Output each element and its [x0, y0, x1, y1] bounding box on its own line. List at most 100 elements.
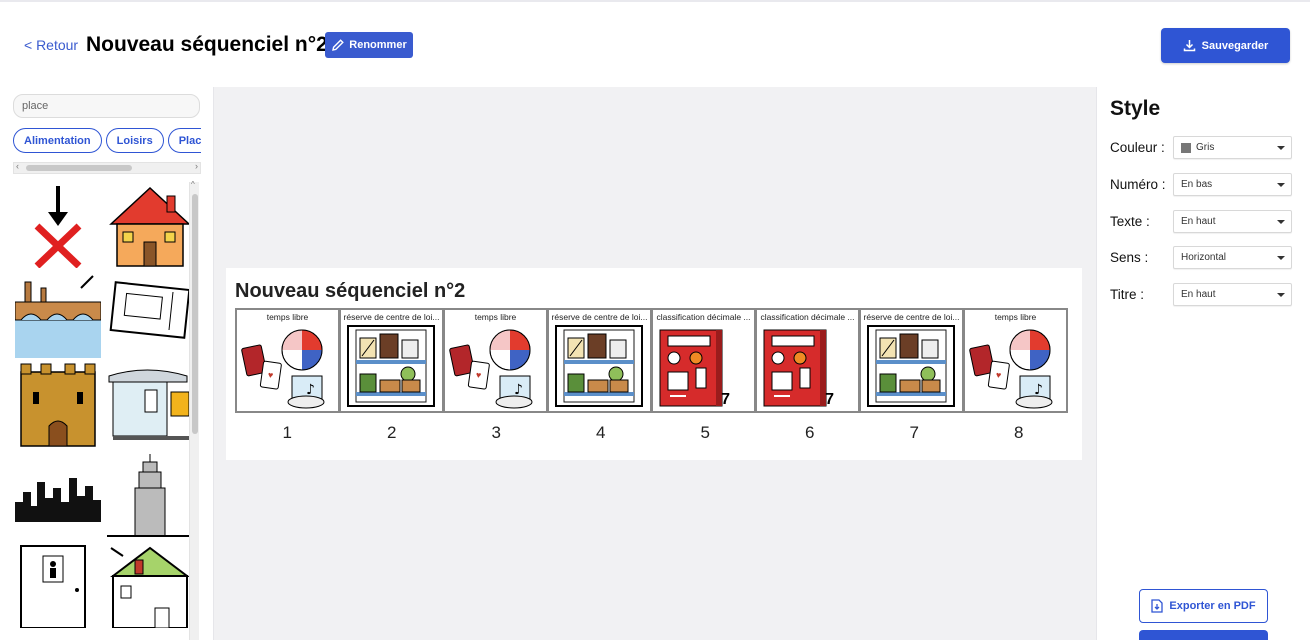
library-scrollbar[interactable]: ^ [189, 180, 199, 640]
chevron-down-icon [1277, 256, 1285, 260]
rename-button[interactable]: Renommer [325, 32, 413, 58]
sequence-cell[interactable]: temps libre ♥ ♪ [443, 308, 548, 413]
sequence-cells: temps libre ♥ ♪ réserve de centre de loi… [235, 308, 1068, 413]
chip-loisirs[interactable]: Loisirs [105, 128, 164, 153]
title-select[interactable]: En haut [1173, 283, 1292, 306]
select-value: Gris [1196, 142, 1215, 153]
scroll-right-icon[interactable]: › [195, 161, 198, 171]
cell-label: temps libre [994, 312, 1037, 322]
style-row-color: Couleur : Gris [1110, 136, 1295, 160]
export-label: Exporter en PDF [1169, 600, 1256, 612]
shelf-pictogram [347, 325, 435, 407]
scrollbar-thumb[interactable] [26, 165, 132, 171]
search-input[interactable] [13, 94, 200, 118]
pictogram-door[interactable] [15, 542, 101, 628]
cell-label: classification décimale ... [760, 312, 855, 322]
pictogram-house-attic[interactable] [107, 542, 189, 628]
sequence-cell[interactable]: temps libre ♥ ♪ [963, 308, 1068, 413]
style-row-text: Texte : En haut [1110, 210, 1295, 234]
back-link[interactable]: < Retour [24, 37, 78, 53]
text-select[interactable]: En haut [1173, 210, 1292, 233]
cell-number: 7 [909, 423, 919, 442]
style-row-number: Numéro : En bas [1110, 173, 1295, 197]
style-label: Numéro : [1110, 177, 1166, 192]
pictogram-city-skyline[interactable] [15, 452, 101, 538]
pictogram-down-arrow-x[interactable] [15, 182, 101, 268]
rename-label: Renommer [349, 39, 407, 51]
svg-text:♪: ♪ [306, 382, 315, 398]
sequence-cell[interactable]: classification décimale ... 7 [651, 308, 756, 413]
direction-select[interactable]: Horizontal [1173, 246, 1292, 269]
style-label: Sens : [1110, 250, 1149, 265]
chevron-down-icon [1277, 293, 1285, 297]
cell-label: classification décimale ... [656, 312, 751, 322]
pictogram-grid [13, 180, 189, 640]
leisure-pictogram: ♥ ♪ [241, 329, 325, 409]
save-label: Sauvegarder [1201, 39, 1269, 52]
color-swatch [1181, 142, 1191, 153]
style-label: Couleur : [1110, 140, 1165, 155]
cell-number: 2 [387, 423, 397, 442]
svg-text:♪: ♪ [1034, 382, 1043, 398]
svg-text:♪: ♪ [514, 382, 523, 398]
cell-badge: 7 [825, 391, 834, 408]
shelf-pictogram [555, 325, 643, 407]
leisure-pictogram: ♥ ♪ [449, 329, 533, 409]
style-row-direction: Sens : Horizontal [1110, 246, 1295, 270]
sequence-sheet: Nouveau séquenciel n°2 temps libre ♥ ♪ r… [226, 268, 1082, 460]
cell-number: 1 [282, 423, 292, 442]
pictogram-castle[interactable] [15, 362, 101, 448]
select-value: En haut [1181, 289, 1216, 300]
cell-number: 3 [491, 423, 501, 442]
cell-label: temps libre [474, 312, 517, 322]
cell-label: temps libre [266, 312, 309, 322]
color-select[interactable]: Gris [1173, 136, 1292, 159]
page-title: Nouveau séquenciel n°2 [86, 33, 328, 56]
header: < Retour Nouveau séquenciel n°2 Renommer… [0, 0, 1310, 86]
select-value: En bas [1181, 179, 1213, 190]
download-icon [1183, 40, 1195, 52]
sequence-cell[interactable]: temps libre ♥ ♪ [235, 308, 340, 413]
cell-number: 5 [700, 423, 710, 442]
cell-number: 6 [805, 423, 815, 442]
pictogram-bridge[interactable] [15, 272, 101, 358]
save-button[interactable]: Sauvegarder [1161, 28, 1290, 63]
sequence-cell[interactable]: réserve de centre de loi... [859, 308, 964, 413]
pencil-icon [332, 39, 345, 51]
number-select[interactable]: En bas [1173, 173, 1292, 196]
style-heading: Style [1110, 97, 1161, 120]
cell-number: 8 [1014, 423, 1024, 442]
style-label: Texte : [1110, 214, 1150, 229]
scroll-left-icon[interactable]: ‹ [16, 161, 19, 171]
leisure-pictogram: ♥ ♪ [969, 329, 1053, 409]
chip-place[interactable]: Place [167, 128, 201, 153]
cell-label: réserve de centre de loi... [343, 312, 440, 322]
sequence-canvas: Nouveau séquenciel n°2 temps libre ♥ ♪ r… [213, 87, 1097, 640]
book-pictogram [659, 329, 723, 407]
cell-label: réserve de centre de loi... [551, 312, 648, 322]
cell-label: réserve de centre de loi... [863, 312, 960, 322]
select-value: Horizontal [1181, 252, 1227, 263]
sequence-cell[interactable]: réserve de centre de loi... [339, 308, 444, 413]
pictogram-ticket[interactable] [107, 272, 189, 358]
pictogram-skyscraper[interactable] [107, 452, 189, 538]
shelf-pictogram [867, 325, 955, 407]
style-row-title: Titre : En haut [1110, 283, 1295, 307]
scroll-up-icon[interactable]: ^ [191, 180, 195, 189]
sequence-numbers: 1 2 3 4 5 6 7 8 [235, 423, 1071, 443]
sequence-title: Nouveau séquenciel n°2 [235, 280, 466, 302]
chips-scrollbar[interactable]: ‹ › [13, 161, 201, 174]
sequence-cell[interactable]: classification décimale ... 7 [755, 308, 860, 413]
scrollbar-thumb[interactable] [192, 194, 198, 434]
pictogram-house[interactable] [107, 182, 189, 268]
cell-badge: 7 [721, 391, 730, 408]
category-chips: Alimentation Loisirs Place [13, 128, 201, 154]
file-download-icon [1151, 599, 1164, 613]
export-pdf-button[interactable]: Exporter en PDF [1139, 589, 1268, 623]
chip-alimentation[interactable]: Alimentation [13, 128, 102, 153]
sequence-cell[interactable]: réserve de centre de loi... [547, 308, 652, 413]
pictogram-bus-shelter[interactable] [107, 362, 189, 448]
secondary-action-button[interactable] [1139, 630, 1268, 640]
select-value: En haut [1181, 216, 1216, 227]
chevron-down-icon [1277, 220, 1285, 224]
